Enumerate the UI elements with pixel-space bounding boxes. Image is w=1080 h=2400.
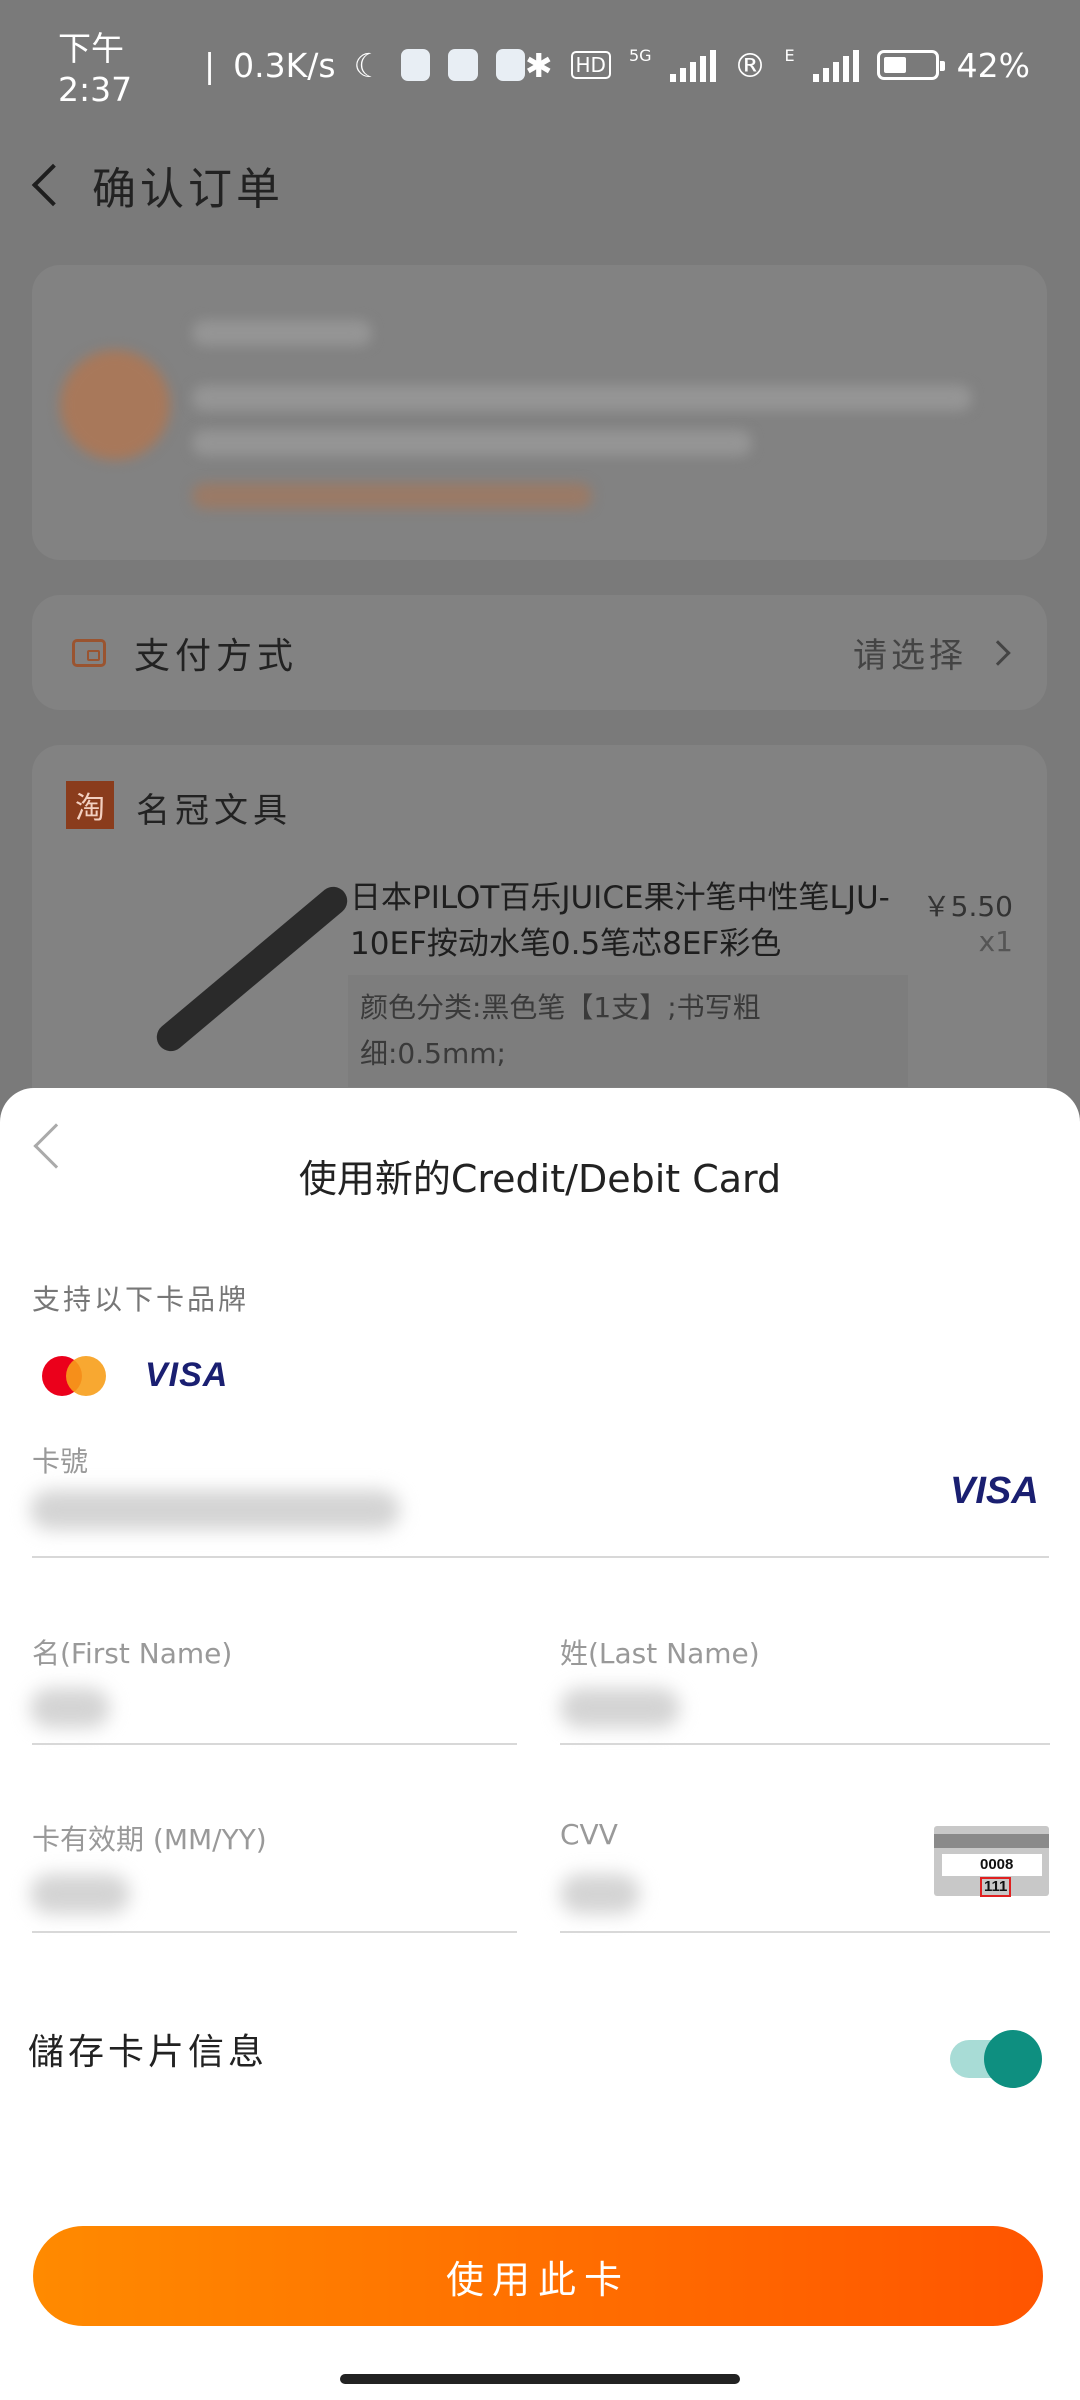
address-line-blur xyxy=(192,385,972,411)
network-e-label: E xyxy=(784,45,795,65)
card-magnetic-stripe xyxy=(934,1834,1049,1848)
last-name-underline xyxy=(560,1743,1050,1745)
battery-percent: 42% xyxy=(956,45,1030,85)
avatar xyxy=(60,350,170,460)
wallet-icon xyxy=(72,638,106,667)
qq-icon xyxy=(448,49,478,81)
status-left: 下午2:37 | 0.3K/s ☾ xyxy=(58,22,525,109)
save-card-toggle[interactable] xyxy=(950,2030,1042,2088)
product-image[interactable] xyxy=(92,875,353,1105)
network-5g-label: 5G xyxy=(628,45,652,65)
address-name-blur xyxy=(192,320,372,346)
payment-method-row[interactable]: 支付方式 请选择 xyxy=(32,595,1047,710)
address-tag-blur xyxy=(192,483,592,509)
cvv-hint-box: 0008 111 xyxy=(942,1854,1042,1897)
nav-bar: 确认订单 xyxy=(0,130,1080,240)
first-name-label: 名(First Name) xyxy=(32,1637,233,1670)
page-title: 确认订单 xyxy=(92,164,284,215)
first-name-underline xyxy=(32,1743,517,1745)
shop-name[interactable]: 名冠文具 xyxy=(136,783,292,832)
add-card-sheet: 使用新的Credit/Debit Card 支持以下卡品牌 VISA 卡號 VI… xyxy=(0,1088,1080,2400)
cvv-input[interactable] xyxy=(560,1874,640,1914)
card-number-label: 卡號 xyxy=(32,1445,89,1478)
sheet-title: 使用新的Credit/Debit Card xyxy=(298,1157,782,1201)
app-notification-icon xyxy=(401,49,431,81)
address-card[interactable] xyxy=(32,265,1047,560)
roaming-icon: ® xyxy=(733,45,767,85)
status-speed: 0.3K/s xyxy=(233,45,336,85)
status-right: ✱ HD 5G ® E 42% xyxy=(525,46,1030,85)
order-page-background: 下午2:37 | 0.3K/s ☾ ✱ HD 5G ® E 42% 确认订单 支… xyxy=(0,0,1080,1165)
payment-method-value: 请选择 xyxy=(853,636,967,676)
status-divider: | xyxy=(203,45,216,85)
status-time: 下午2:37 xyxy=(58,28,133,109)
cvv-hint-card-icon: 0008 111 xyxy=(934,1826,1049,1897)
cvv-hint-number: 0008 xyxy=(980,1856,1014,1873)
last-name-input[interactable] xyxy=(560,1688,680,1728)
supported-brands-label: 支持以下卡品牌 xyxy=(32,1283,250,1316)
address-line-blur xyxy=(192,430,752,456)
browser-icon xyxy=(495,49,525,81)
home-indicator[interactable] xyxy=(340,2374,740,2384)
toggle-knob xyxy=(984,2030,1042,2088)
expiry-input[interactable] xyxy=(30,1874,130,1914)
save-card-label: 儲存卡片信息 xyxy=(28,2032,269,2073)
first-name-input[interactable] xyxy=(30,1688,110,1728)
back-icon[interactable] xyxy=(31,163,75,207)
mastercard-icon xyxy=(42,1356,106,1396)
card-number-input[interactable] xyxy=(30,1490,400,1530)
taobao-icon: 淘 xyxy=(66,781,114,829)
signal-icon-2 xyxy=(812,48,859,82)
visa-logo: VISA xyxy=(145,1356,229,1394)
chevron-right-icon xyxy=(985,639,1011,666)
signal-icon xyxy=(669,48,716,82)
product-quantity: x1 xyxy=(978,925,1013,958)
battery-icon xyxy=(876,50,945,80)
product-title[interactable]: 日本PILOT百乐JUICE果汁笔中性笔LJU-10EF按动水笔0.5笔芯8EF… xyxy=(350,875,890,967)
bluetooth-icon: ✱ xyxy=(524,45,553,85)
expiry-underline xyxy=(32,1931,517,1933)
last-name-label: 姓(Last Name) xyxy=(560,1637,760,1670)
detected-brand-icon: VISA xyxy=(950,1470,1039,1512)
cvv-label: CVV xyxy=(560,1818,618,1851)
status-bar: 下午2:37 | 0.3K/s ☾ ✱ HD 5G ® E 42% xyxy=(0,0,1080,130)
hd-badge: HD xyxy=(570,51,611,79)
product-spec[interactable]: 颜色分类:黑色笔【1支】;书写粗细:0.5mm; xyxy=(348,975,908,1087)
pen-image xyxy=(151,881,353,1057)
cvv-hint-code: 111 xyxy=(980,1877,1012,1897)
moon-icon: ☾ xyxy=(353,45,384,85)
expiry-label: 卡有效期 (MM/YY) xyxy=(32,1823,267,1856)
payment-method-label: 支付方式 xyxy=(134,635,299,677)
cvv-underline xyxy=(560,1931,1050,1933)
use-this-card-button[interactable]: 使用此卡 xyxy=(33,2226,1043,2326)
product-price: ￥5.50 xyxy=(922,890,1013,923)
card-number-underline xyxy=(32,1556,1049,1558)
